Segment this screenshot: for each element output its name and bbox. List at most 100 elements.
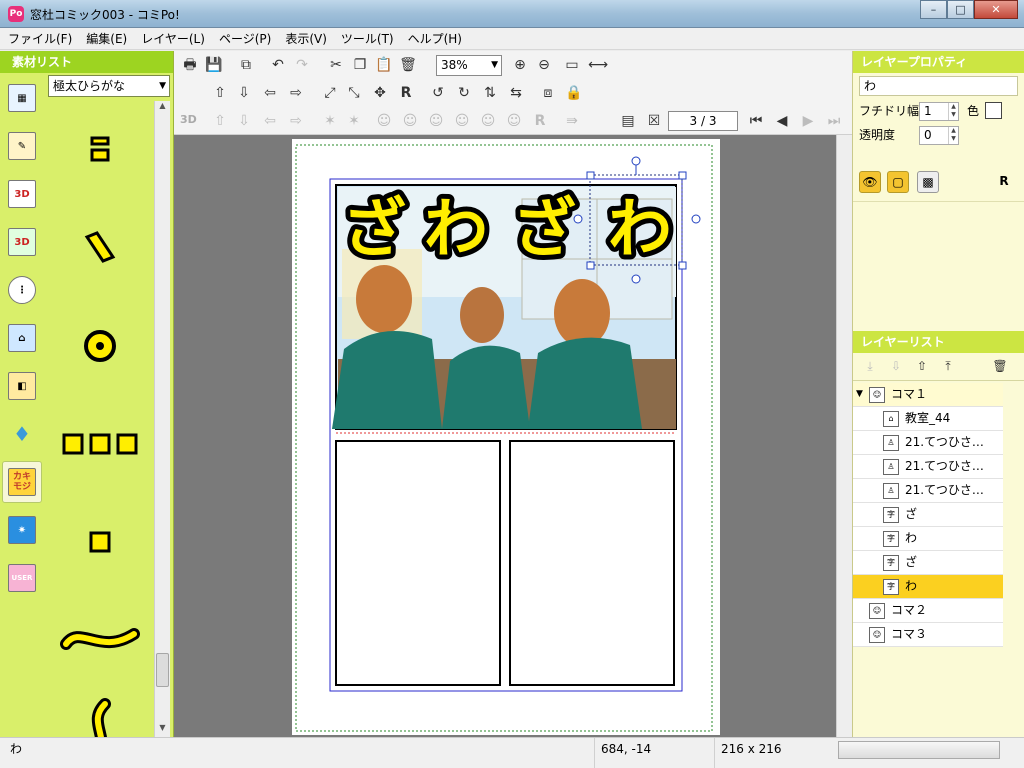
category-handwriting[interactable]: カキ モジ xyxy=(2,461,42,503)
panel-3-frame[interactable] xyxy=(509,440,675,686)
flip-horizontal-icon[interactable]: ⇆ xyxy=(506,83,526,103)
rotate-right-icon[interactable]: ↻ xyxy=(454,83,474,103)
move-layer-bottom-icon[interactable]: ⤓ xyxy=(861,357,879,375)
first-page-icon[interactable]: ⏮ xyxy=(746,111,766,131)
layer-classroom[interactable]: ⌂ 教室_44 xyxy=(853,407,1003,431)
layer-lock-icon[interactable]: 🔒 xyxy=(564,83,584,103)
glyph-item[interactable] xyxy=(46,297,154,395)
category-image[interactable]: ◧ xyxy=(2,365,42,407)
move-up-icon[interactable]: ⇧ xyxy=(210,83,230,103)
move-down-icon[interactable]: ⇩ xyxy=(234,83,254,103)
balloon-style-icon[interactable]: ▢ xyxy=(887,171,909,193)
minimize-button[interactable]: – xyxy=(920,0,947,19)
layer-front-icon[interactable]: ⧈ xyxy=(538,83,558,103)
spinner-arrows-icon[interactable]: ▲ ▼ xyxy=(948,103,958,120)
page-indicator[interactable]: 3 / 3 xyxy=(668,111,738,131)
cut-icon[interactable]: ✂ xyxy=(326,55,346,75)
move-layer-up-icon[interactable]: ⇧ xyxy=(913,357,931,375)
move-left-icon[interactable]: ⇦ xyxy=(260,83,280,103)
undo-icon[interactable]: ↶ xyxy=(268,55,288,75)
3d-pose-icon[interactable]: ✶ xyxy=(320,111,340,131)
rotate-left-icon[interactable]: ↺ xyxy=(428,83,448,103)
transparency-icon[interactable]: ▩ xyxy=(917,171,939,193)
layer-text-za-1[interactable]: 字ざ xyxy=(853,503,1003,527)
resize-icon[interactable]: ✥ xyxy=(370,83,390,103)
fit-width-icon[interactable]: ⟷ xyxy=(588,55,608,75)
paste-icon[interactable]: 📋 xyxy=(374,55,394,75)
zoom-select[interactable]: 38% ▼ xyxy=(436,55,502,76)
maximize-button[interactable]: □ xyxy=(947,0,974,19)
glyph-item[interactable] xyxy=(46,395,154,493)
layer-text-wa-2[interactable]: 字わ xyxy=(853,575,1003,599)
layer-char-1[interactable]: ♙ 21.てつひさ… xyxy=(853,431,1003,455)
panel-2-frame[interactable] xyxy=(335,440,501,686)
glyph-item[interactable] xyxy=(46,101,154,199)
3d-left-icon[interactable]: ⇦ xyxy=(260,111,280,131)
menu-page[interactable]: ページ(P) xyxy=(219,30,271,47)
sfx-wa-1[interactable]: わ xyxy=(424,193,488,267)
scale-down-icon[interactable]: ⤡ xyxy=(344,83,364,103)
layer-char-2[interactable]: ♙ 21.てつひさ… xyxy=(853,455,1003,479)
layer-text-wa-1[interactable]: 字わ xyxy=(853,527,1003,551)
trash-icon[interactable]: 🗑 xyxy=(991,357,1009,375)
menu-view[interactable]: 表示(V) xyxy=(285,30,327,47)
menu-tools[interactable]: ツール(T) xyxy=(341,30,394,47)
menu-layer[interactable]: レイヤー(L) xyxy=(141,30,205,47)
sfx-wa-2[interactable]: わ xyxy=(608,193,672,267)
font-select[interactable]: 極太ひらがな ▼ xyxy=(48,75,170,97)
redo-icon[interactable]: ↷ xyxy=(292,55,312,75)
page-delete-icon[interactable]: ☒ xyxy=(644,111,664,131)
material-scrollbar[interactable]: ▲ ▼ xyxy=(154,101,170,737)
category-user[interactable]: USER xyxy=(2,557,42,599)
print-icon[interactable]: 🖶 xyxy=(180,55,200,75)
prev-page-icon[interactable]: ◀ xyxy=(772,111,792,131)
reset-icon[interactable]: R xyxy=(396,83,416,103)
category-effect-drop[interactable]: ♦ xyxy=(2,413,42,455)
panel-1-frame[interactable]: ざ ざ わ わ ざ ざ わ わ xyxy=(332,156,701,430)
spinner-arrows-icon[interactable]: ▲ ▼ xyxy=(948,127,958,144)
3d-turn-5-icon[interactable]: ☺ xyxy=(478,111,498,131)
category-scene[interactable]: ⌂ xyxy=(2,317,42,359)
scroll-down-icon[interactable]: ▼ xyxy=(155,723,170,737)
move-right-icon[interactable]: ⇨ xyxy=(286,83,306,103)
move-layer-top-icon[interactable]: ⤒ xyxy=(939,357,957,375)
3d-right-icon[interactable]: ⇨ xyxy=(286,111,306,131)
sfx-za-2[interactable]: ざ xyxy=(512,193,576,267)
3d-up-icon[interactable]: ⇧ xyxy=(210,111,230,131)
fit-page-icon[interactable]: ▭ xyxy=(562,55,582,75)
3d-turn-4-icon[interactable]: ☺ xyxy=(452,111,472,131)
3d-down-icon[interactable]: ⇩ xyxy=(234,111,254,131)
category-background[interactable]: ✎ xyxy=(2,125,42,167)
glyph-item[interactable] xyxy=(46,199,154,297)
scale-up-icon[interactable]: ⤢ xyxy=(320,83,340,103)
sfx-za-1[interactable]: ざ xyxy=(342,193,406,267)
page-settings-icon[interactable]: ▤ xyxy=(618,111,638,131)
category-character[interactable]: 3D xyxy=(2,173,42,215)
3d-turn-3-icon[interactable]: ☺ xyxy=(426,111,446,131)
panel-3[interactable]: ☺ コマ３ xyxy=(853,623,1003,647)
reset-icon[interactable]: R xyxy=(993,171,1015,193)
save-icon[interactable]: 💾 xyxy=(204,55,224,75)
glyph-item[interactable] xyxy=(46,493,154,591)
expand-triangle-icon[interactable]: ▼ xyxy=(856,383,863,406)
close-button[interactable]: ✕ xyxy=(974,0,1018,19)
layer-char-3[interactable]: ♙ 21.てつひさ… xyxy=(853,479,1003,503)
zoom-out-icon[interactable]: ⊖ xyxy=(534,55,554,75)
comic-page[interactable]: ざ ざ わ わ ざ ざ わ わ xyxy=(292,139,720,735)
glyph-item[interactable] xyxy=(46,591,154,689)
scroll-thumb[interactable] xyxy=(156,653,169,687)
category-effect-burst[interactable]: ✷ xyxy=(2,509,42,551)
panel-1[interactable]: ▼ ☺ コマ１ xyxy=(853,383,1003,407)
3d-turn-6-icon[interactable]: ☺ xyxy=(504,111,524,131)
category-object[interactable]: 3D xyxy=(2,221,42,263)
copy-icon[interactable]: ❐ xyxy=(350,55,370,75)
menu-file[interactable]: ファイル(F) xyxy=(8,30,72,47)
menu-help[interactable]: ヘルプ(H) xyxy=(408,30,462,47)
last-page-icon[interactable]: ⏭ xyxy=(824,111,844,131)
menu-edit[interactable]: 編集(E) xyxy=(86,30,127,47)
outline-width-spinner[interactable]: 1 ▲ ▼ xyxy=(919,102,959,121)
3d-pose-2-icon[interactable]: ✶ xyxy=(344,111,364,131)
3d-turn-2-icon[interactable]: ☺ xyxy=(400,111,420,131)
category-frame[interactable]: ▦ xyxy=(2,77,42,119)
3d-reset-icon[interactable]: R xyxy=(530,111,550,131)
